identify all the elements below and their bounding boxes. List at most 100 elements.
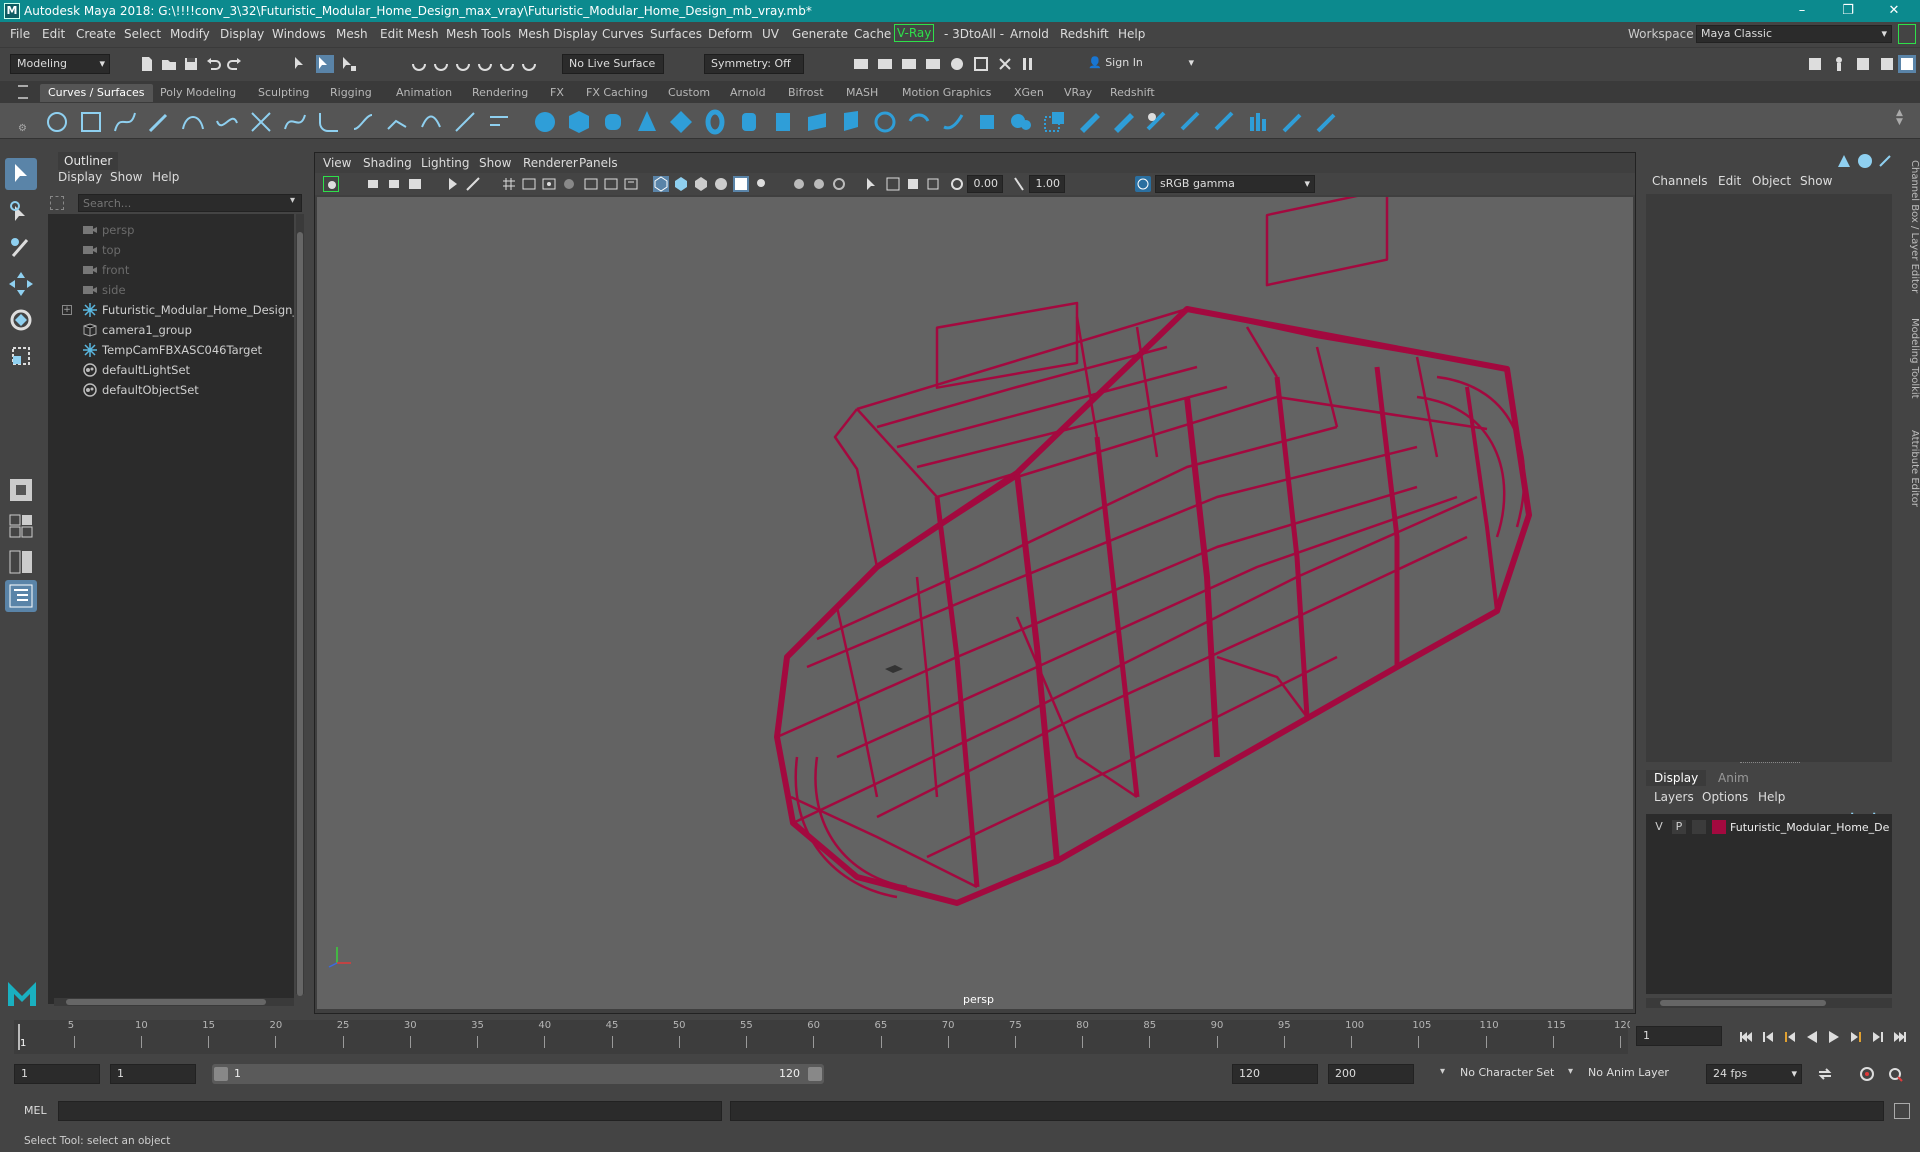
time-slider[interactable]: 5 10 15 20 25 30 35 40 45 50 55 60 65 70 75 80 85 90 95 100… bbox=[14, 1020, 1633, 1054]
shelf-tab-animation[interactable]: Animation bbox=[388, 84, 460, 102]
playback-end-field[interactable]: 120 bbox=[1232, 1064, 1318, 1084]
viewport-menu-view[interactable]: View bbox=[323, 156, 351, 170]
go-to-end-icon[interactable] bbox=[1892, 1029, 1908, 1045]
wireframe-shading-icon[interactable] bbox=[653, 176, 669, 192]
gamma-field[interactable]: 1.00 bbox=[1029, 175, 1065, 193]
filter-icon[interactable] bbox=[50, 196, 64, 210]
render-frame-icon[interactable] bbox=[876, 55, 894, 73]
shelf-tab-arnold[interactable]: Arnold bbox=[722, 84, 774, 102]
sign-in-button[interactable]: 👤 Sign In ▾ bbox=[1082, 54, 1198, 74]
viewport-menu-renderer[interactable]: Renderer bbox=[523, 156, 578, 170]
menu-surfaces[interactable]: Surfaces bbox=[650, 27, 702, 41]
save-scene-icon[interactable] bbox=[182, 55, 200, 73]
viewport-menu-lighting[interactable]: Lighting bbox=[421, 156, 470, 170]
range-end-handle[interactable] bbox=[808, 1067, 822, 1081]
snap-grid-icon[interactable] bbox=[410, 55, 428, 73]
3d-viewport[interactable]: persp bbox=[317, 188, 1633, 1009]
menu-modify[interactable]: Modify bbox=[170, 27, 210, 41]
outliner-item-front[interactable]: front bbox=[48, 260, 294, 280]
attribute-icon[interactable] bbox=[1858, 154, 1872, 168]
menu-file[interactable]: File bbox=[10, 27, 30, 41]
close-button[interactable]: ✕ bbox=[1872, 0, 1916, 22]
menu-windows[interactable]: Windows bbox=[272, 27, 326, 41]
gate-mask-icon[interactable] bbox=[561, 176, 577, 192]
menu-cache[interactable]: Cache bbox=[854, 27, 891, 41]
layer-menu-options[interactable]: Options bbox=[1702, 790, 1748, 804]
current-time-indicator[interactable] bbox=[18, 1024, 20, 1050]
nurbs-cone-icon[interactable] bbox=[634, 109, 660, 135]
snap-curve-icon[interactable] bbox=[432, 55, 450, 73]
single-view-layout-icon[interactable] bbox=[5, 474, 37, 506]
planar-icon[interactable] bbox=[804, 109, 830, 135]
chevron-down-icon[interactable]: ▾ bbox=[1568, 1066, 1573, 1077]
field-chart-icon[interactable] bbox=[583, 176, 599, 192]
shelf-settings-icon[interactable]: ⚙ bbox=[18, 123, 27, 134]
layer-menu-help[interactable]: Help bbox=[1758, 790, 1785, 804]
render-view-icon[interactable] bbox=[852, 55, 870, 73]
nurbs-plane-icon[interactable] bbox=[668, 109, 694, 135]
viewport-menu-show[interactable]: Show bbox=[479, 156, 511, 170]
select-component-icon[interactable] bbox=[340, 55, 358, 73]
anim-layer-dropdown[interactable]: No Anim Layer bbox=[1582, 1064, 1682, 1084]
safe-action-icon[interactable] bbox=[603, 176, 619, 192]
scrollbar-thumb[interactable] bbox=[66, 999, 266, 1005]
menu-deform[interactable]: Deform bbox=[708, 27, 753, 41]
go-to-start-icon[interactable] bbox=[1738, 1029, 1754, 1045]
nurbs-torus-icon[interactable] bbox=[702, 109, 728, 135]
outliner-menu-display[interactable]: Display bbox=[58, 170, 102, 184]
rebuild-surface-icon[interactable] bbox=[1314, 109, 1340, 135]
shelf-tab-xgen[interactable]: XGen bbox=[1006, 84, 1052, 102]
new-scene-icon[interactable] bbox=[138, 55, 156, 73]
intersect-surfaces-icon[interactable] bbox=[1076, 109, 1102, 135]
shadows-icon[interactable] bbox=[753, 176, 769, 192]
two-view-layout-icon[interactable] bbox=[5, 546, 37, 578]
smooth-shade-icon[interactable] bbox=[673, 176, 689, 192]
channel-menu-object[interactable]: Object bbox=[1752, 174, 1791, 188]
expand-plus-icon[interactable]: + bbox=[62, 305, 72, 315]
gamma-icon[interactable] bbox=[1011, 176, 1027, 192]
shelf-tab-fx[interactable]: FX bbox=[542, 84, 572, 102]
nurbs-cylinder-icon[interactable] bbox=[600, 109, 626, 135]
wireframe-on-shaded-icon[interactable] bbox=[693, 176, 709, 192]
offset-curve-icon[interactable] bbox=[418, 109, 444, 135]
resolution-gate-icon[interactable] bbox=[541, 176, 557, 192]
channel-box-toggle-icon[interactable] bbox=[1898, 55, 1916, 73]
select-object-icon[interactable] bbox=[316, 55, 334, 73]
auto-key-icon[interactable] bbox=[1858, 1066, 1876, 1082]
rotate-tool-icon[interactable] bbox=[5, 304, 37, 336]
insert-knot-icon[interactable] bbox=[350, 109, 376, 135]
grid-toggle-icon[interactable] bbox=[501, 176, 517, 192]
maximize-button[interactable]: ❐ bbox=[1826, 0, 1870, 22]
menu-set-dropdown[interactable]: Modeling ▾ bbox=[10, 54, 110, 74]
menu-vray[interactable]: V-Ray bbox=[894, 24, 935, 42]
script-editor-icon[interactable] bbox=[1894, 1103, 1910, 1119]
render-region-icon[interactable] bbox=[972, 55, 990, 73]
menu-help[interactable]: Help bbox=[1118, 27, 1145, 41]
shelf-tab-redshift[interactable]: Redshift bbox=[1102, 84, 1163, 102]
shelf-tab-sculpting[interactable]: Sculpting bbox=[250, 84, 317, 102]
motion-blur-icon[interactable] bbox=[811, 176, 827, 192]
film-gate-icon[interactable] bbox=[521, 176, 537, 192]
color-management-icon[interactable] bbox=[1135, 176, 1151, 192]
anti-aliasing-icon[interactable] bbox=[831, 176, 847, 192]
scale-tool-icon[interactable] bbox=[5, 340, 37, 372]
character-set-dropdown[interactable]: No Character Set bbox=[1454, 1064, 1564, 1084]
curve-intersect-icon[interactable] bbox=[248, 109, 274, 135]
arc-curve-icon[interactable] bbox=[180, 109, 206, 135]
layer-color-swatch[interactable] bbox=[1712, 820, 1726, 834]
menu-select[interactable]: Select bbox=[124, 27, 161, 41]
rebuild-curve-icon[interactable] bbox=[452, 109, 478, 135]
revolve-icon[interactable] bbox=[736, 109, 762, 135]
menu-display[interactable]: Display bbox=[220, 27, 264, 41]
undo-icon[interactable] bbox=[204, 55, 222, 73]
workspace-dropdown[interactable]: Maya Classic ▾ bbox=[1696, 25, 1892, 43]
menu-edit-mesh[interactable]: Edit Mesh bbox=[380, 27, 439, 41]
play-backwards-icon[interactable] bbox=[1804, 1029, 1820, 1045]
shelf-tab-vray[interactable]: VRay bbox=[1056, 84, 1100, 102]
animation-start-field[interactable]: 1 bbox=[14, 1064, 100, 1084]
command-language-label[interactable]: MEL bbox=[24, 1104, 47, 1117]
channel-menu-show[interactable]: Show bbox=[1800, 174, 1832, 188]
isolate-select-icon[interactable] bbox=[863, 176, 879, 192]
fillet-blend-icon[interactable] bbox=[1008, 109, 1034, 135]
2d-pan-zoom-icon[interactable] bbox=[445, 176, 461, 192]
